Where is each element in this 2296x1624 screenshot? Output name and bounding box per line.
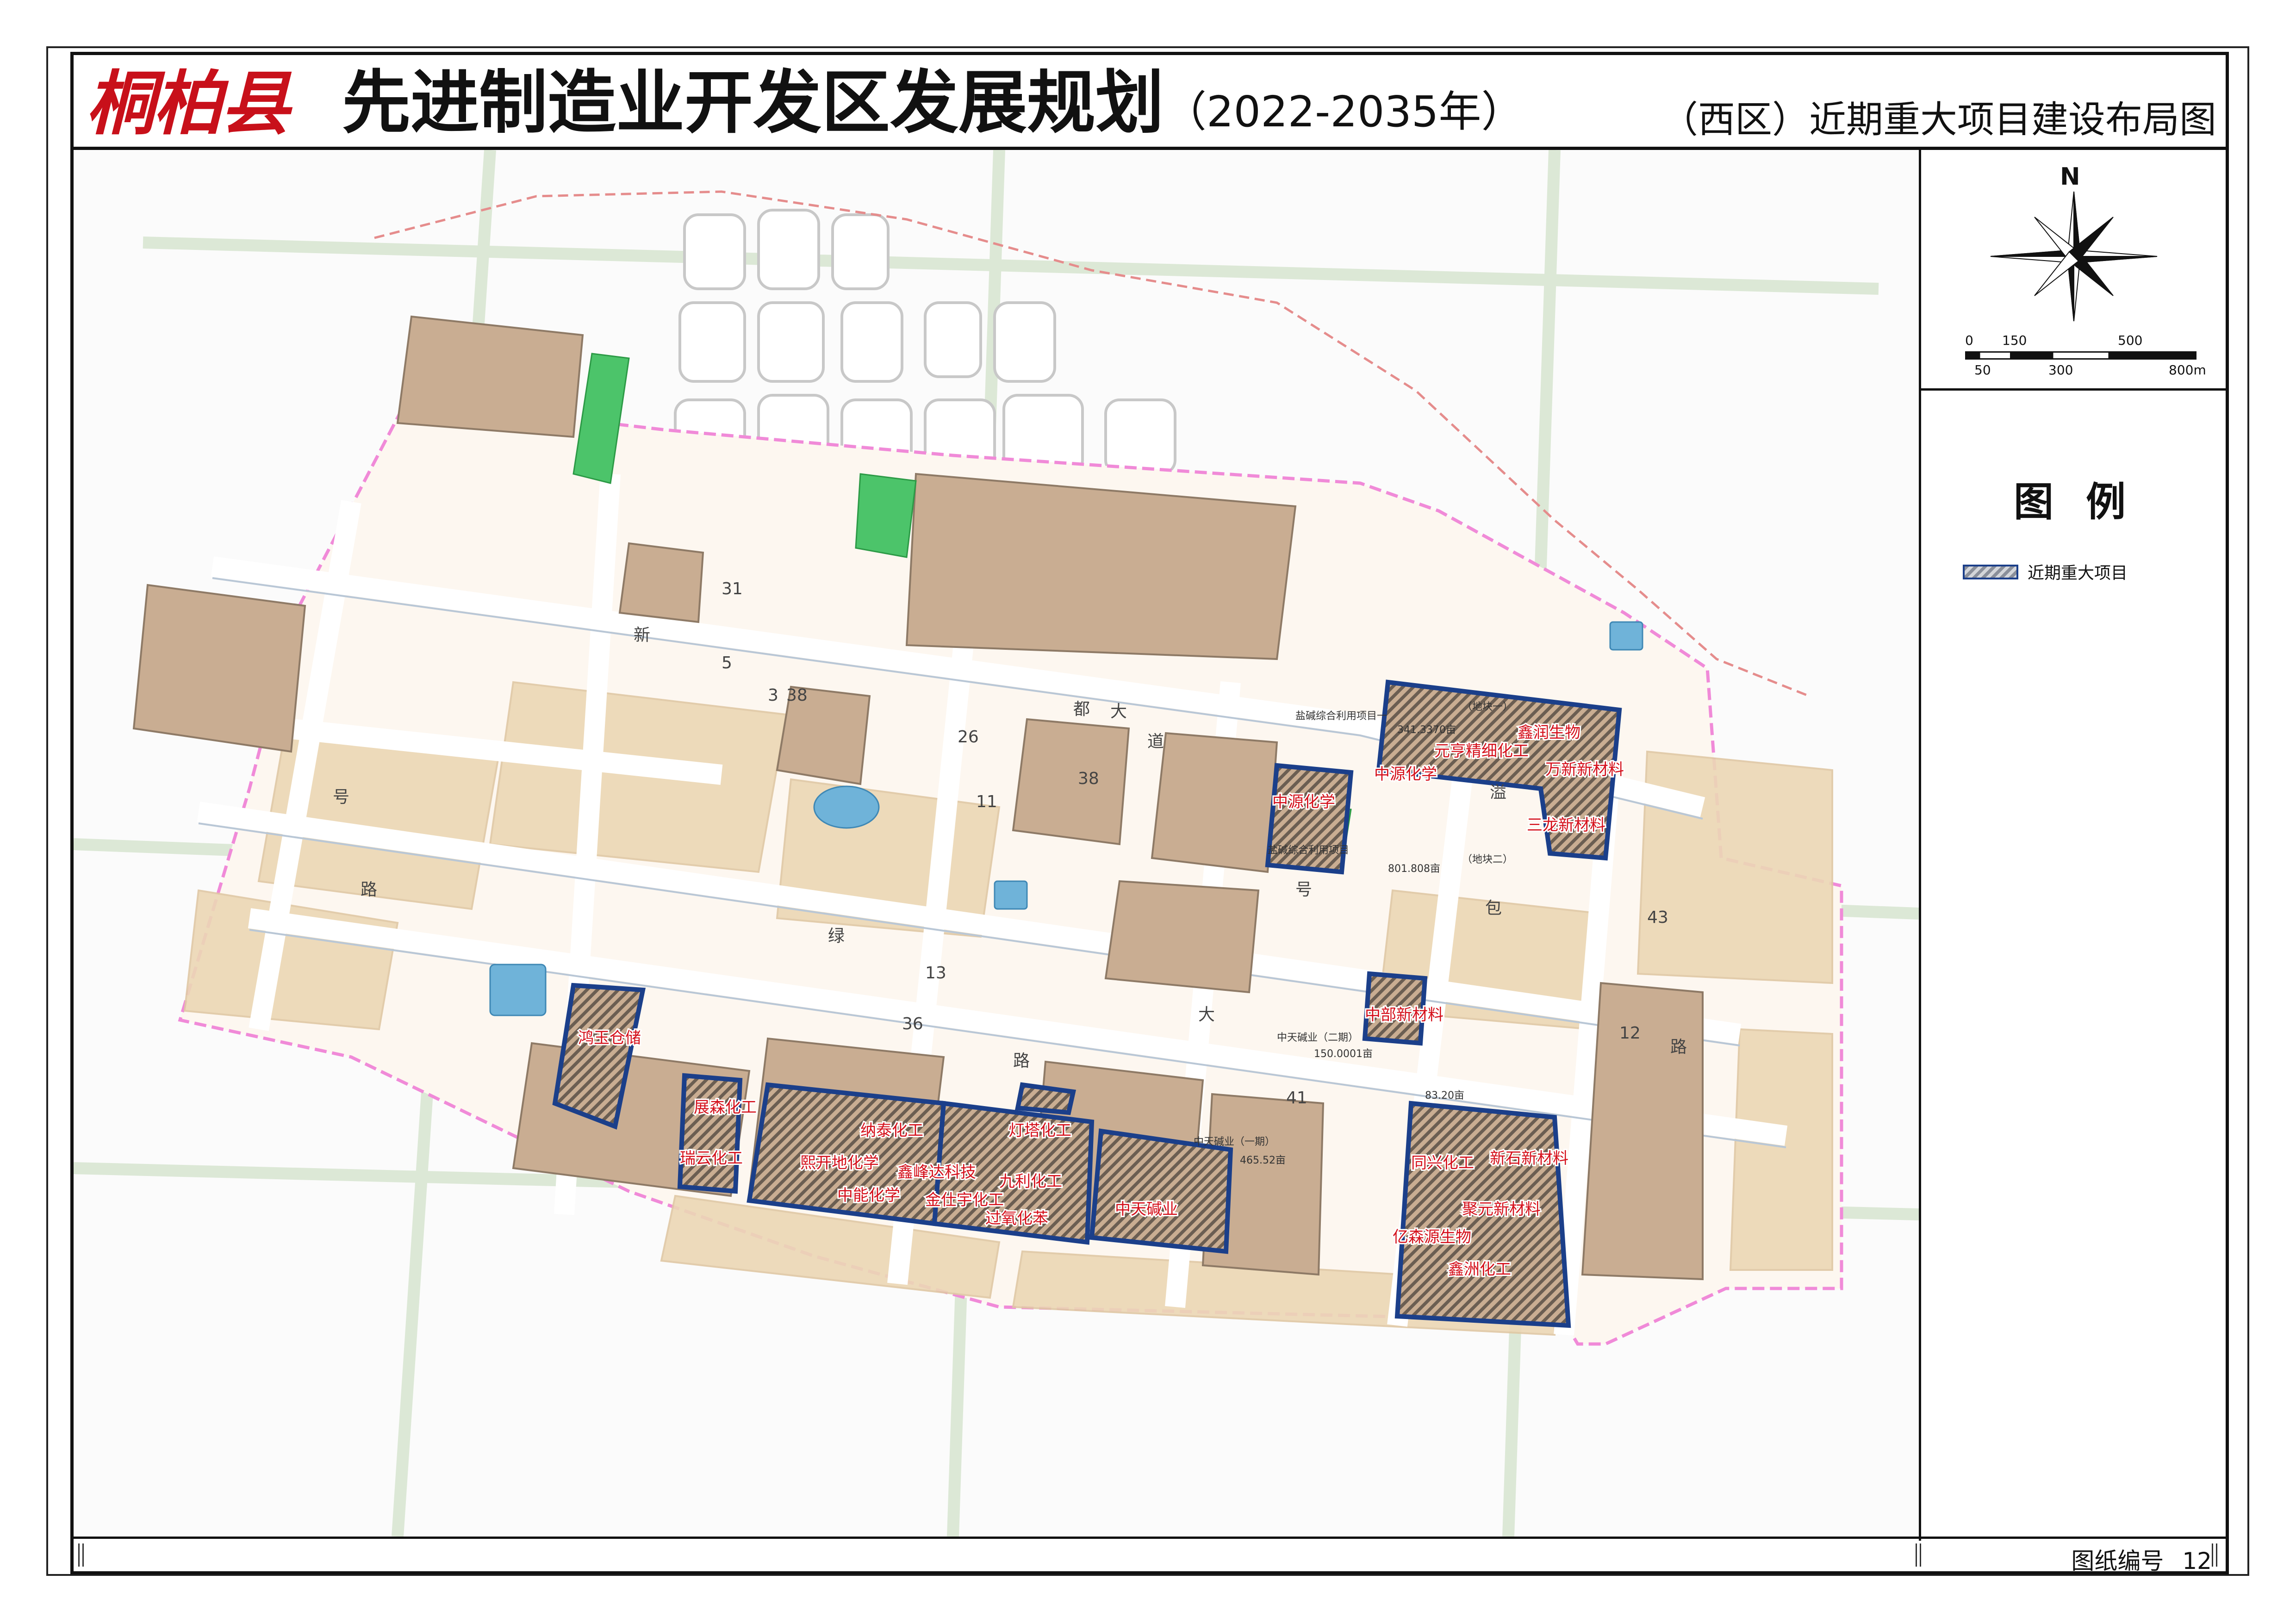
road-number: 3 xyxy=(768,686,778,705)
parcel-label: 盐碱综合利用项目一 xyxy=(1295,710,1387,722)
parcel-label: 中天碱业（二期） xyxy=(1277,1032,1358,1044)
project-parcel-zhongtian xyxy=(1089,1128,1233,1254)
road-number: 5 xyxy=(722,653,732,672)
legend-title: 图例 xyxy=(2014,479,2158,525)
parcel-label: 341.3370亩 xyxy=(1397,724,1456,736)
project-label: 过氧化苯 xyxy=(985,1209,1048,1228)
project-label: 金仕宇化工 xyxy=(925,1191,1004,1209)
legend-label: 近期重大项目 xyxy=(2028,564,2128,583)
project-label: 中源化学 xyxy=(1272,793,1335,811)
scale-label: 0 xyxy=(1965,333,1973,348)
road-number: 38 xyxy=(786,686,808,705)
project-label: 万新新材料 xyxy=(1545,760,1624,779)
parcel-label: （地块一） xyxy=(1462,701,1513,713)
title-years: （2022-2035年） xyxy=(1164,87,1524,137)
project-label: 中部新材料 xyxy=(1365,1006,1444,1024)
parcel-label: 83.20亩 xyxy=(1425,1090,1464,1101)
title-main: 先进制造业开发区发展规划 xyxy=(342,63,1164,143)
road-char: 溢 xyxy=(1490,783,1506,802)
road-number: 38 xyxy=(1078,769,1099,788)
project-label: 展森化工 xyxy=(694,1098,757,1117)
scale-label: 150 xyxy=(2002,333,2027,348)
scale-label: 800m xyxy=(2169,362,2206,378)
scale-bar-graphic xyxy=(1965,351,2196,360)
project-label: 中源化学 xyxy=(1374,765,1437,784)
parcel-label: 盐碱综合利用项目 xyxy=(1268,845,1349,856)
road-number: 26 xyxy=(958,728,979,747)
parcel-label: 465.52亩 xyxy=(1240,1155,1286,1166)
road-number: 43 xyxy=(1647,908,1668,927)
side-panel: N 0 150 500 50 300 800m 图例 近期重大项目 xyxy=(1919,150,2226,1541)
road-number: 12 xyxy=(1619,1024,1641,1043)
frame-tick-mark xyxy=(2212,1543,2217,1567)
road-char: 号 xyxy=(1295,880,1312,899)
project-label: 聚元新材料 xyxy=(1462,1200,1541,1219)
project-label: 瑞云化工 xyxy=(680,1149,743,1168)
project-parcel-dengta xyxy=(1015,1082,1076,1115)
map-sheet: 桐柏县 先进制造业开发区发展规划（2022-2035年） （西区）近期重大项目建… xyxy=(0,0,2296,1624)
project-label: 纳泰化工 xyxy=(860,1121,923,1140)
scale-label: 50 xyxy=(1974,362,1991,378)
map-canvas[interactable]: 盐碱综合利用项目一 盐碱综合利用项目 中天碱业（二期） 150.0001亩 中天… xyxy=(74,150,1919,1537)
road-char: 路 xyxy=(1013,1052,1030,1070)
sheet-label: 图纸编号 xyxy=(2071,1548,2164,1574)
project-label: 中能化学 xyxy=(837,1186,900,1205)
road-char: 新 xyxy=(634,626,650,645)
scale-label: 500 xyxy=(2118,333,2143,348)
road-char: 大 xyxy=(1110,702,1127,721)
footer-bar: 图纸编号 12 xyxy=(74,1537,2226,1574)
legend-swatch-hatch xyxy=(1963,565,2018,579)
road-char: 绿 xyxy=(828,927,845,946)
project-label: 灯塔化工 xyxy=(1008,1121,1071,1140)
road-char: 路 xyxy=(361,880,377,899)
page-subtitle: （西区）近期重大项目建设布局图 xyxy=(1661,98,2216,141)
parcel-label: 150.0001亩 xyxy=(1314,1048,1373,1060)
road-char: 包 xyxy=(1485,899,1502,918)
road-char: 道 xyxy=(1147,732,1164,751)
parcel-label: 中天碱业（一期） xyxy=(1194,1136,1275,1148)
page-title: 先进制造业开发区发展规划（2022-2035年） xyxy=(342,63,1524,151)
road-char: 号 xyxy=(333,788,349,807)
road-number: 36 xyxy=(902,1014,923,1033)
scale-label: 300 xyxy=(2048,362,2073,378)
road-number: 13 xyxy=(925,964,946,983)
parcel-label: 801.808亩 xyxy=(1388,863,1440,875)
project-label: 同兴化工 xyxy=(1411,1154,1474,1172)
project-label: 鑫峰达科技 xyxy=(897,1163,976,1182)
compass-rose-icon xyxy=(1990,191,2158,322)
road-char: 路 xyxy=(1670,1038,1687,1057)
frame-tick-mark xyxy=(78,1543,84,1567)
road-char: 大 xyxy=(1198,1005,1215,1024)
project-label: 亿森源生物 xyxy=(1393,1228,1471,1246)
project-label: 元亨精细化工 xyxy=(1434,742,1529,760)
project-parcel-zhansen xyxy=(677,1073,743,1194)
scale-bar: 0 150 500 50 300 800m xyxy=(1965,333,2206,384)
sheet-number: 图纸编号 12 xyxy=(2071,1543,2212,1576)
title-bar: 桐柏县 先进制造业开发区发展规划（2022-2035年） （西区）近期重大项目建… xyxy=(74,55,2226,150)
road-number: 11 xyxy=(976,792,997,811)
project-label: 三龙新材料 xyxy=(1527,816,1605,834)
county-logo: 桐柏县 xyxy=(86,63,290,144)
project-label: 鸿玉仓储 xyxy=(578,1029,641,1047)
frame-tick-mark xyxy=(1916,1543,1921,1567)
project-label: 熙开地化学 xyxy=(800,1154,879,1172)
project-label: 新石新材料 xyxy=(1490,1149,1568,1168)
project-label: 中天碱业 xyxy=(1115,1200,1178,1219)
compass-panel: N 0 150 500 50 300 800m xyxy=(1921,150,2226,391)
project-label: 九利化工 xyxy=(999,1172,1062,1191)
map-area[interactable]: 盐碱综合利用项目一 盐碱综合利用项目 中天碱业（二期） 150.0001亩 中天… xyxy=(74,150,1919,1537)
road-char: 都 xyxy=(1073,700,1090,719)
sheet-number-value: 12 xyxy=(2182,1548,2212,1574)
parcel-label: （地块二） xyxy=(1462,854,1513,865)
project-label: 鑫洲化工 xyxy=(1448,1260,1511,1279)
road-number: 41 xyxy=(1286,1089,1307,1108)
project-label: 鑫润生物 xyxy=(1518,723,1580,742)
road-number: 31 xyxy=(722,579,743,598)
